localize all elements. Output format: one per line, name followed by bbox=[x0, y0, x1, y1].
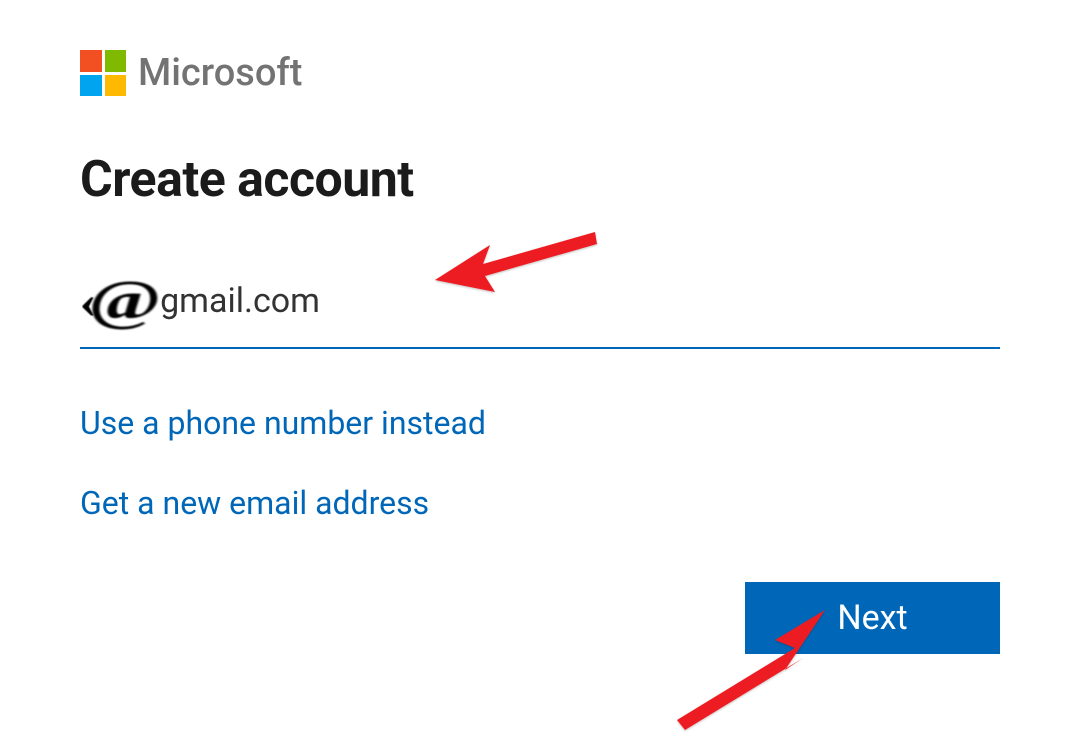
brand-header: Microsoft bbox=[80, 50, 1000, 96]
at-symbol-icon: @ bbox=[88, 269, 155, 333]
new-email-link[interactable]: Get a new email address bbox=[80, 484, 1000, 522]
email-domain: gmail.com bbox=[160, 281, 320, 321]
page-title: Create account bbox=[80, 151, 1000, 209]
email-input[interactable]: ‹ @ gmail.com bbox=[80, 269, 1000, 349]
microsoft-logo-icon bbox=[80, 50, 126, 96]
use-phone-link[interactable]: Use a phone number instead bbox=[80, 404, 1000, 442]
next-button[interactable]: Next bbox=[745, 582, 1000, 654]
brand-name: Microsoft bbox=[138, 51, 302, 95]
